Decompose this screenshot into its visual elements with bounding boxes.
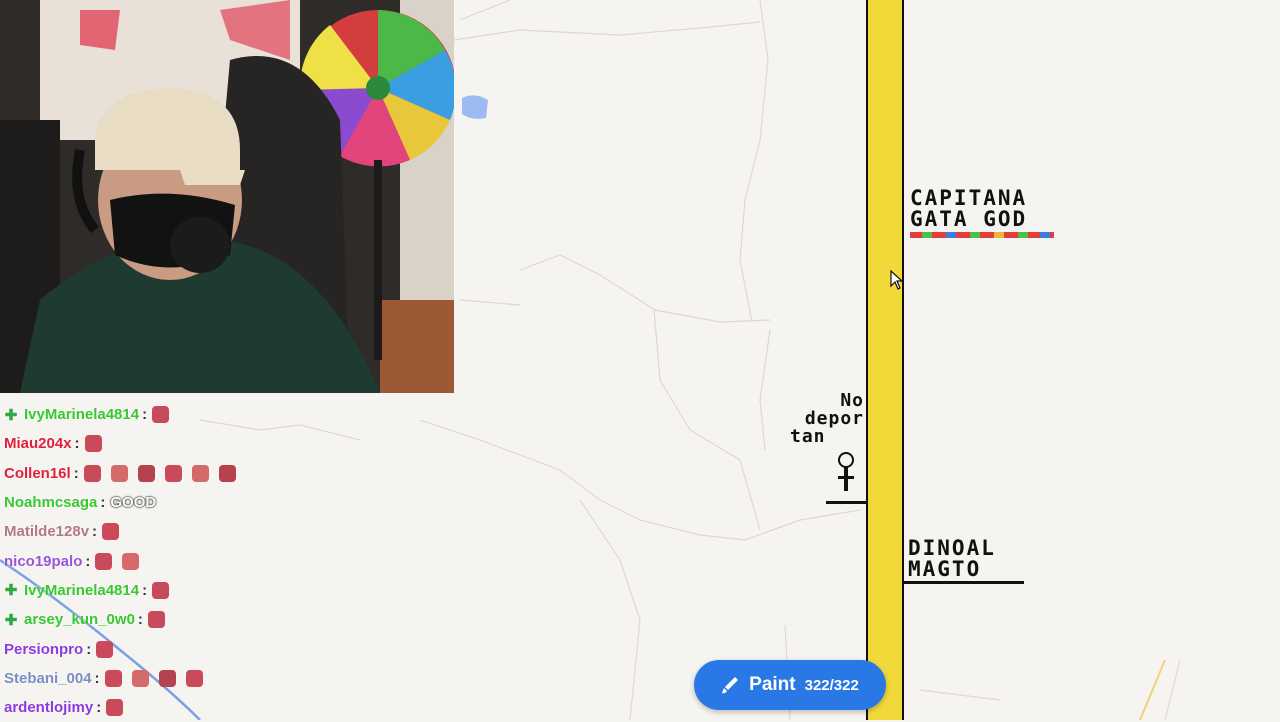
- chat-separator: :: [73, 464, 79, 482]
- chat-username: IvyMarinela4814: [24, 581, 140, 599]
- chat-message: ✚ IvyMarinela4814:: [0, 400, 460, 429]
- pixel-art-text-no-deportan: No depor tan: [790, 392, 864, 446]
- chat-separator: :: [142, 406, 148, 424]
- chat-separator: :: [74, 435, 80, 453]
- chat-username: Stebani_004: [4, 669, 92, 687]
- chat-emote-icon: [185, 669, 203, 687]
- chat-emote-icon: [104, 669, 122, 687]
- chat-emote-icon: [191, 464, 209, 482]
- chat-message: Matilde128v:: [0, 517, 460, 546]
- chat-emote-icon: [158, 669, 176, 687]
- chat-separator: :: [86, 640, 92, 658]
- chat-message: ✚ arsey_kun_0w0:: [0, 605, 460, 634]
- chat-username: arsey_kun_0w0: [24, 611, 135, 629]
- chat-message: Persionpro:: [0, 634, 460, 663]
- pixel-art-colored-underline: [910, 232, 1054, 238]
- pixel-art-stick-figure: [826, 452, 866, 504]
- chat-emote-icon: [110, 464, 128, 482]
- mouse-cursor-icon: [890, 270, 904, 290]
- chat-message-text: GOOD: [110, 494, 157, 512]
- brush-icon: [722, 677, 739, 694]
- chat-emote-icon: [84, 435, 102, 453]
- chat-emote-icon: [152, 581, 170, 599]
- chat-message: nico19palo:: [0, 546, 460, 575]
- chat-message: ardentlojimy:: [0, 693, 460, 722]
- chat-emote-icon: [152, 406, 170, 424]
- chat-separator: :: [92, 523, 98, 541]
- pixel-art-underline: [904, 581, 1024, 584]
- chat-emote-icon: [137, 464, 155, 482]
- chat-message: Noahmcsaga: GOOD: [0, 488, 460, 517]
- subscriber-badge-icon: ✚: [4, 406, 18, 424]
- subscriber-badge-icon: ✚: [4, 611, 18, 629]
- pixel-art-text-line: CAPITANA: [910, 186, 1028, 210]
- subscriber-badge-icon: ✚: [4, 582, 18, 600]
- chat-emote-icon: [122, 552, 140, 570]
- chat-username: Miau204x: [4, 435, 72, 453]
- chat-username: Persionpro: [4, 640, 84, 658]
- chat-emote-icon: [83, 464, 101, 482]
- chat-emote-icon: [218, 464, 236, 482]
- chat-separator: :: [94, 669, 100, 687]
- chat-message: ✚ IvyMarinela4814:: [0, 576, 460, 605]
- chat-emote-icon: [131, 669, 149, 687]
- webcam-overlay: [0, 0, 454, 393]
- stream-chat: ✚ IvyMarinela4814: Miau204x: Collen16l: Noah…: [0, 400, 460, 722]
- chat-username: IvyMarinela4814: [24, 406, 140, 424]
- chat-username: nico19palo: [4, 552, 83, 570]
- chat-emote-icon: [96, 640, 114, 658]
- chat-emote-icon: [95, 552, 113, 570]
- chat-separator: :: [96, 699, 102, 717]
- chat-username: Collen16l: [4, 464, 71, 482]
- pixel-art-text-dinoal: DINOAL MAGTO: [908, 538, 996, 580]
- pixel-art-text-line: tan: [790, 426, 826, 447]
- painted-yellow-strip: [866, 0, 904, 720]
- chat-separator: :: [137, 611, 143, 629]
- chat-separator: :: [142, 581, 148, 599]
- chat-message: Miau204x:: [0, 429, 460, 458]
- pixel-art-text-line: DINOAL: [908, 536, 996, 560]
- pixel-art-text-line: GATA GOD: [910, 207, 1028, 231]
- chat-username: Noahmcsaga: [4, 494, 98, 512]
- chat-separator: :: [100, 494, 106, 512]
- chat-emote-icon: [147, 611, 165, 629]
- chat-emote-icon: [106, 699, 124, 717]
- chat-separator: :: [85, 552, 91, 570]
- paint-button-label: Paint: [749, 674, 796, 695]
- paint-button[interactable]: Paint 322/322: [694, 660, 886, 710]
- chat-emote-icon: [102, 523, 120, 541]
- paint-charges-count: 322/322: [804, 676, 859, 694]
- chat-username: Matilde128v: [4, 523, 90, 541]
- chat-emote-icon: [164, 464, 182, 482]
- pixel-art-text-capitana: CAPITANA GATA GOD: [910, 188, 1054, 238]
- streamer-webcam-image: [0, 0, 454, 393]
- pixel-art-text-line: MAGTO: [908, 557, 982, 581]
- chat-message: Stebani_004:: [0, 664, 460, 693]
- chat-message: Collen16l:: [0, 459, 460, 488]
- chat-username: ardentlojimy: [4, 699, 94, 717]
